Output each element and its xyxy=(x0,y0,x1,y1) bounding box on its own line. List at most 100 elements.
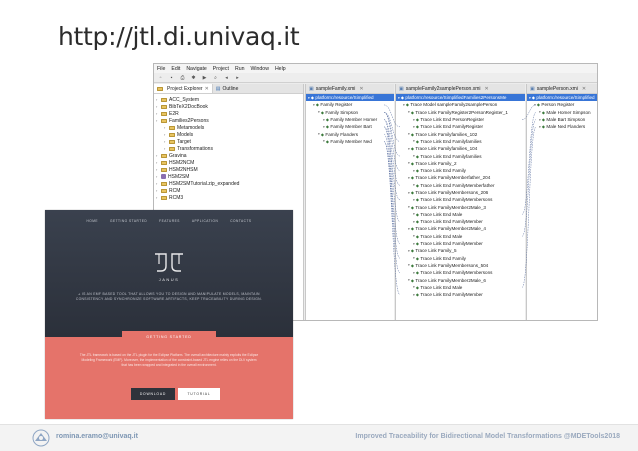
expand-icon[interactable]: ▾ xyxy=(534,103,536,107)
expand-icon[interactable]: ▾ xyxy=(413,234,415,238)
expand-icon[interactable]: ▾ xyxy=(539,110,541,114)
model-tree-row[interactable]: ▾ ◆ Trace Link End FamilyMembersons xyxy=(396,196,525,203)
expand-icon[interactable]: ▾ xyxy=(413,154,415,158)
explorer-item[interactable]: › HSM2NHSM xyxy=(156,166,303,173)
expand-icon[interactable]: ▾ xyxy=(408,161,410,165)
model-tree-row[interactable]: ▾ ◆ Trace Link End FamilyMember xyxy=(396,291,525,298)
model-tree-row[interactable]: ▾ ◆ Trace Link End FamilyMember xyxy=(396,218,525,225)
expand-icon[interactable]: ▾ xyxy=(413,139,415,143)
janus-nav-home[interactable]: HOME xyxy=(86,219,98,223)
expand-icon[interactable]: ▾ xyxy=(403,103,405,107)
model-tree-row[interactable]: ▾ ◆ Male Bart Simpson xyxy=(527,116,597,123)
model-tree-row[interactable]: ▾ ◆ Trace Link End PersonRegister xyxy=(396,116,525,123)
expand-icon[interactable]: ▾ xyxy=(408,249,410,253)
menu-navigate[interactable]: Navigate xyxy=(186,66,206,72)
model-tree-row[interactable]: ▾ ◆ Family Member Bart xyxy=(306,123,394,130)
janus-nav-application[interactable]: APPLICATION xyxy=(192,219,218,223)
download-button[interactable]: DOWNLOAD xyxy=(131,388,175,400)
model-tree-row[interactable]: ▾ ◆ platform:/resource/Simplified xyxy=(306,94,394,102)
model-tree-row[interactable]: ▾ ◆ Trace Link End FamilyMember xyxy=(396,240,525,247)
explorer-item[interactable]: › HSM2NCM xyxy=(156,159,303,166)
model-tree-row[interactable]: ▾ ◆ Trace Link End FamilyRegister xyxy=(396,123,525,130)
close-icon[interactable]: ✕ xyxy=(484,86,488,92)
model-tree-row[interactable]: ▾ ◆ Male Homer Simpson xyxy=(527,109,597,116)
tab-sample-family[interactable]: ▣ sampleFamily.xmi ✕ xyxy=(306,84,394,94)
model-tree-row[interactable]: ▾ ◆ Trace Link FamilyMember2Male_6 xyxy=(396,276,525,283)
model-tree-row[interactable]: ▾ ◆ Trace Link FamilyRegister2PersonRegist… xyxy=(396,109,525,116)
menu-project[interactable]: Project xyxy=(213,66,229,72)
model-tree-row[interactable]: ▾ ◆ Trace Link FamilyMember2Male_4 xyxy=(396,225,525,232)
model-tree-row[interactable]: ▾ ◆ Trace Link FamilyMember2Male_3 xyxy=(396,203,525,210)
menu-window[interactable]: Window xyxy=(250,66,268,72)
explorer-item[interactable]: › RCM xyxy=(156,187,303,194)
model-tree-row[interactable]: ▾ ◆ Trace Link End Male xyxy=(396,233,525,240)
model-tree-row[interactable]: ▾ ◆ Trace Link End FamilyMembersons xyxy=(396,269,525,276)
model-tree-row[interactable]: ▾ ◆ Family Register xyxy=(306,101,394,108)
model-tree-row[interactable]: ▾ ◆ Family Member Ned xyxy=(306,138,394,145)
explorer-item[interactable]: › BibTeX2DocBook xyxy=(156,103,303,110)
expand-icon[interactable]: ▾ xyxy=(408,110,410,114)
model-tree-row[interactable]: ▾ ◆ Trace Link FamilyMembersons_504 xyxy=(396,262,525,269)
menu-edit[interactable]: Edit xyxy=(171,66,180,72)
model-tree-row[interactable]: ▾ ◆ platform:/resource/SimplifiedFamilies2… xyxy=(396,94,525,102)
forward-icon[interactable]: ▸ xyxy=(234,74,241,81)
explorer-item[interactable]: › ACC_System xyxy=(156,96,303,103)
search-icon[interactable]: ⌕ xyxy=(212,74,219,81)
expand-icon[interactable]: ▾ xyxy=(408,205,410,209)
model-tree-row[interactable]: ▾ ◆ Family Member Homer xyxy=(306,116,394,123)
expand-icon[interactable]: ▾ xyxy=(413,212,415,216)
tab-trace-model[interactable]: ▣ sampleFamily2samplePerson.xmi ✕ xyxy=(396,84,525,94)
model-tree-row[interactable]: ▾ ◆ platform:/resource/Simplified xyxy=(527,94,597,102)
expand-icon[interactable]: ▾ xyxy=(323,125,325,129)
tutorial-button[interactable]: TUTORIAL xyxy=(178,388,220,400)
expand-icon[interactable]: ▾ xyxy=(413,242,415,246)
expand-icon[interactable]: ▾ xyxy=(408,132,410,136)
expand-icon[interactable]: ▾ xyxy=(408,227,410,231)
new-icon[interactable]: ▫ xyxy=(157,74,164,81)
explorer-item[interactable]: › Models xyxy=(156,131,303,138)
back-icon[interactable]: ◂ xyxy=(223,74,230,81)
model-tree-row[interactable]: ▾ ◆ Trace Link End Family xyxy=(396,167,525,174)
model-tree-row[interactable]: ▾ ◆ Trace Link End Family xyxy=(396,255,525,262)
model-tree-row[interactable]: ▾ ◆ Trace Link Familyfamilies_104 xyxy=(396,145,525,152)
model-tree-row[interactable]: ▾ ◆ Trace Link Family_5 xyxy=(396,247,525,254)
run-icon[interactable]: ▶ xyxy=(201,74,208,81)
explorer-item[interactable]: › Families2Persons xyxy=(156,117,303,124)
expand-icon[interactable]: ▾ xyxy=(413,285,415,289)
model-tree-row[interactable]: ▾ ◆ Trace Link FamilyMemberfather_204 xyxy=(396,174,525,181)
model-tree-row[interactable]: ▾ ◆ Trace Link End Male xyxy=(396,284,525,291)
print-icon[interactable]: ⎙ xyxy=(179,74,186,81)
model-tree-row[interactable]: ▾ ◆ Person Register xyxy=(527,101,597,108)
expand-icon[interactable]: ▾ xyxy=(413,293,415,297)
expand-icon[interactable]: ▾ xyxy=(323,139,325,143)
close-icon[interactable]: ✕ xyxy=(359,86,363,92)
expand-icon[interactable]: ▾ xyxy=(313,103,315,107)
menu-run[interactable]: Run xyxy=(235,66,245,72)
explorer-item[interactable]: › HSM2SM xyxy=(156,173,303,180)
explorer-item[interactable]: › HSM2SMTutorial.zip_expanded xyxy=(156,180,303,187)
debug-icon[interactable]: ✱ xyxy=(190,74,197,81)
expand-icon[interactable]: ▾ xyxy=(413,256,415,260)
model-tree-row[interactable]: ▾ ◆ Male Ned Flanders xyxy=(527,123,597,130)
expand-icon[interactable]: ▾ xyxy=(413,118,415,122)
model-tree-row[interactable]: ▾ ◆ Trace Link Family_2 xyxy=(396,160,525,167)
expand-icon[interactable]: ▾ xyxy=(318,132,320,136)
tab-sample-person[interactable]: ▣ samplePerson.xmi ✕ xyxy=(527,84,597,94)
expand-icon[interactable]: ▾ xyxy=(413,198,415,202)
explorer-item[interactable]: › Gravina xyxy=(156,152,303,159)
janus-nav-features[interactable]: FEATURES xyxy=(159,219,180,223)
model-tree-row[interactable]: ▾ ◆ Trace Link End Male xyxy=(396,211,525,218)
model-tree-row[interactable]: ▾ ◆ Trace Link End Familyfamilies xyxy=(396,138,525,145)
expand-icon[interactable]: ▾ xyxy=(408,278,410,282)
explorer-item[interactable]: › E2R xyxy=(156,110,303,117)
model-tree-row[interactable]: ▾ ◆ Trace Model sampleFamily2samplePerson xyxy=(396,101,525,108)
model-tree-row[interactable]: ▾ ◆ Trace Link End FamilyMemberfather xyxy=(396,182,525,189)
menu-help[interactable]: Help xyxy=(275,66,286,72)
model-tree-row[interactable]: ▾ ◆ Trace Link Familyfamilies_102 xyxy=(396,130,525,137)
menu-file[interactable]: File xyxy=(157,66,165,72)
janus-nav-getting-started[interactable]: GETTING STARTED xyxy=(110,219,147,223)
expand-icon[interactable]: ▾ xyxy=(408,191,410,195)
expand-icon[interactable]: ▾ xyxy=(413,271,415,275)
expand-icon[interactable]: ▾ xyxy=(413,220,415,224)
janus-nav-contacts[interactable]: CONTACTS xyxy=(230,219,251,223)
